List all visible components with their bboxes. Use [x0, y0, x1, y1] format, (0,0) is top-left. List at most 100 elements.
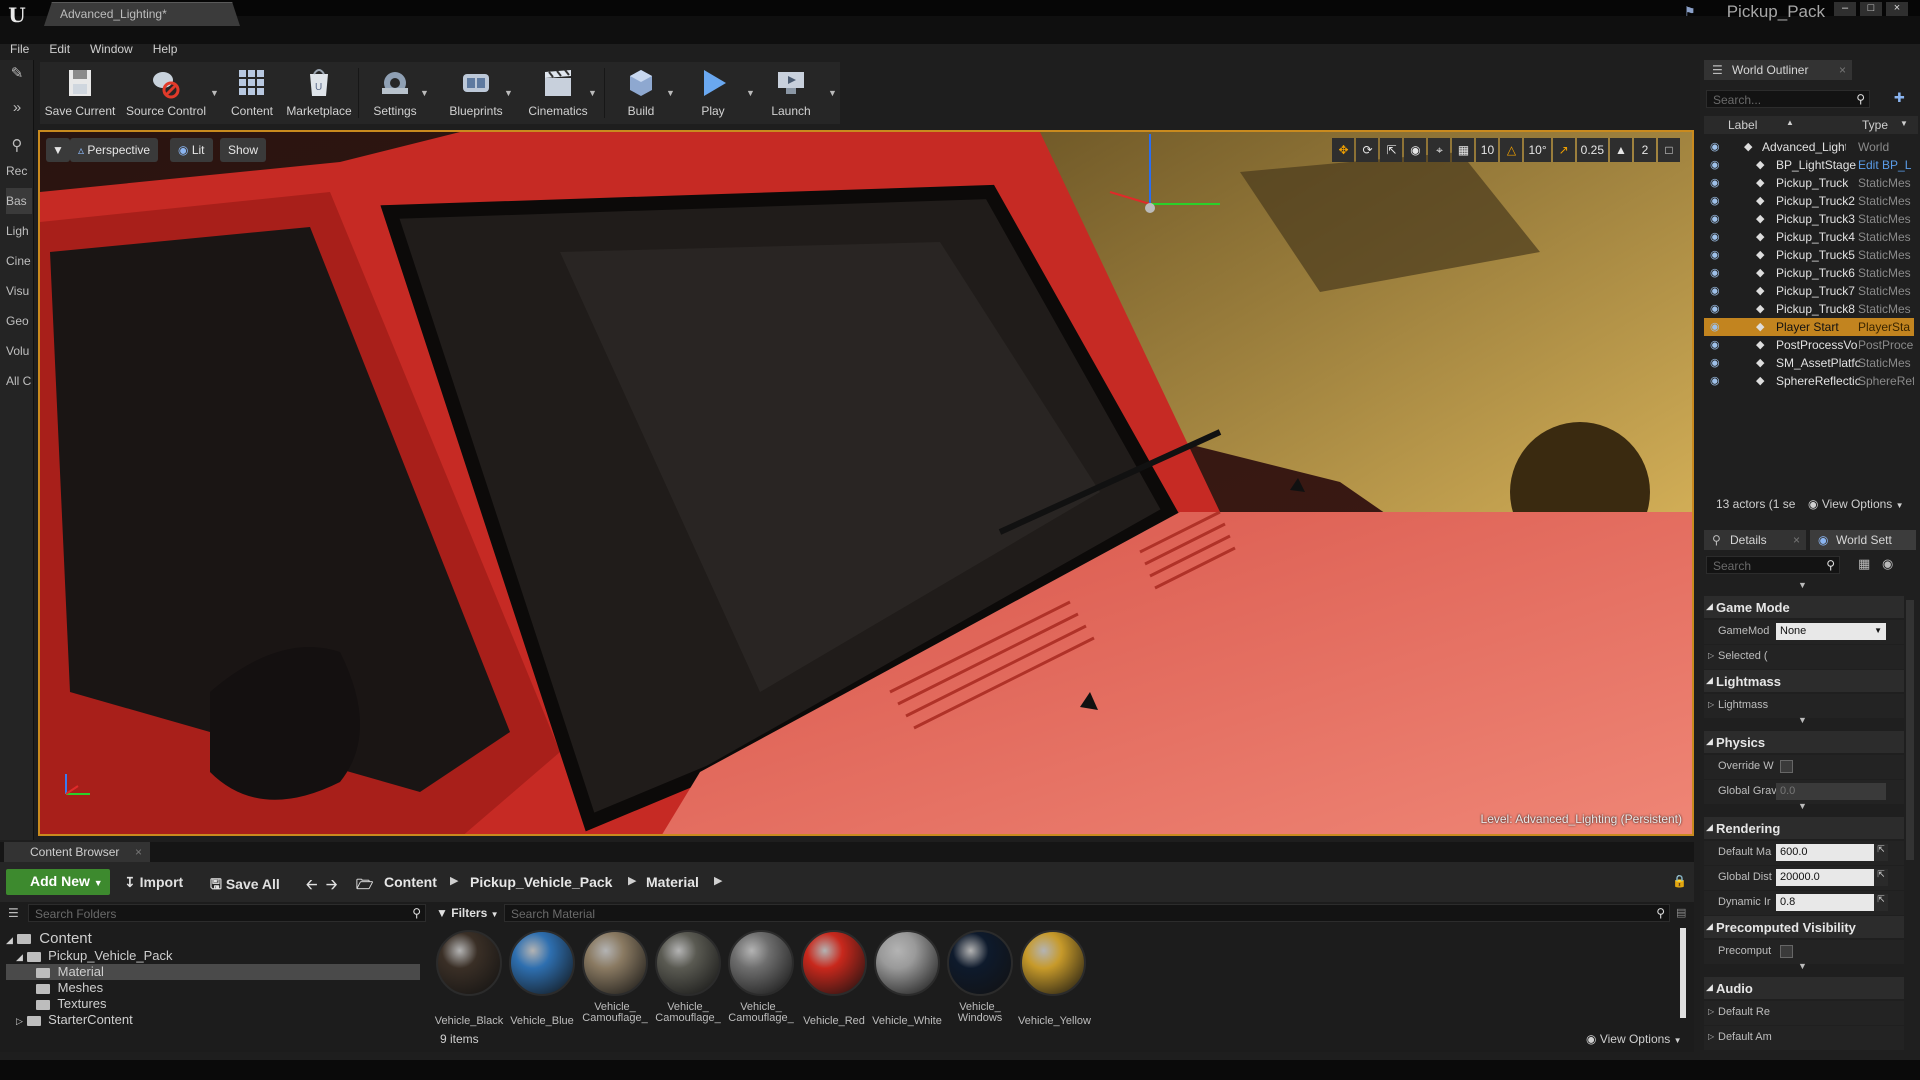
settings-dropdown-icon[interactable]: ▼ — [420, 88, 429, 98]
level-document-tab[interactable]: Advanced_Lighting* — [44, 2, 240, 26]
outliner-row[interactable]: ◉ ◆ Pickup_Truck5 StaticMes — [1704, 246, 1914, 264]
outliner-row[interactable]: ◉ ◆ Pickup_Truck3 StaticMes — [1704, 210, 1914, 228]
cinematics-button[interactable]: Cinematics — [518, 62, 598, 124]
breadcrumb-separator-icon[interactable]: ▶ — [450, 874, 458, 887]
property-dropdown[interactable]: None ▼ — [1776, 623, 1886, 640]
mode-tab-all-classes[interactable]: All C — [6, 368, 32, 394]
level-viewport[interactable]: ▼ ▵ Perspective ◉ Lit Show ✥ ⟳ ⇱ ◉ ⌖ ▦ 1… — [38, 130, 1694, 836]
expand-arrow-icon[interactable]: ▷ — [1708, 1032, 1714, 1041]
expand-arrow-icon[interactable]: ▷ — [16, 1016, 23, 1026]
mode-tab-lights[interactable]: Ligh — [6, 218, 32, 244]
build-dropdown-icon[interactable]: ▼ — [666, 88, 675, 98]
perspective-button[interactable]: ▵ Perspective — [70, 138, 159, 162]
chevron-down-icon[interactable]: ▼ — [1798, 801, 1807, 811]
maximize-viewport-icon[interactable]: □ — [1658, 138, 1680, 162]
chevron-down-icon[interactable]: ▼ — [1798, 961, 1807, 971]
breadcrumb-content[interactable]: Content — [384, 874, 437, 890]
mode-tab-geometry[interactable]: Geo — [6, 308, 32, 334]
asset-tile[interactable]: Vehicle_Blue — [507, 928, 577, 1028]
import-button[interactable]: ↧ Import — [124, 874, 183, 891]
outliner-row[interactable]: ◉ ◆ Pickup_Truck4 StaticMes — [1704, 228, 1914, 246]
label-column-header[interactable]: Label — [1728, 118, 1757, 132]
asset-search-input[interactable]: Search Material ⚲ — [504, 904, 1670, 922]
asset-tile[interactable]: Vehicle_ Windows — [945, 928, 1015, 1028]
details-category[interactable]: ◢ Audio — [1704, 977, 1904, 999]
asset-tile[interactable]: Vehicle_White — [872, 928, 942, 1028]
grid-snap-value[interactable]: 10 — [1476, 138, 1499, 162]
asset-tile[interactable]: Vehicle_Black — [434, 928, 504, 1028]
back-arrow-icon[interactable]: 🡠 — [306, 874, 317, 898]
menu-help[interactable]: Help — [143, 40, 188, 60]
scale-mode-icon[interactable]: ⇱ — [1380, 138, 1403, 162]
add-actor-icon[interactable]: ✚ — [1894, 90, 1905, 106]
details-category[interactable]: ◢ Precomputed Visibility — [1704, 916, 1904, 938]
property-matrix-icon[interactable]: ▦ — [1858, 556, 1870, 572]
visibility-eye-icon[interactable]: ◉ — [1710, 356, 1724, 369]
asset-tile[interactable]: Vehicle_ Camouflage_ — [653, 928, 723, 1028]
save-all-button[interactable]: 🖫 Save All — [210, 874, 280, 898]
expand-arrow-icon[interactable]: ▷ — [1708, 700, 1714, 709]
outliner-row[interactable]: ◉ ◆ Pickup_Truck8 StaticMes — [1704, 300, 1914, 318]
mode-tab-visual[interactable]: Visu — [6, 278, 32, 304]
type-column-header[interactable]: Type — [1862, 118, 1888, 132]
grid-snap-icon[interactable]: ▦ — [1452, 138, 1475, 162]
search-icon[interactable]: ⚲ — [4, 134, 30, 158]
outliner-row[interactable]: ◉ ◆ SphereReflectic SphereRef — [1704, 372, 1914, 390]
settings-button[interactable]: Settings — [362, 62, 428, 124]
content-browser-tab[interactable]: Content Browser × — [4, 842, 150, 862]
details-scrollbar[interactable] — [1906, 600, 1914, 860]
visibility-eye-icon[interactable]: ◉ — [1710, 248, 1724, 261]
visibility-eye-icon[interactable]: ◉ — [1710, 158, 1724, 171]
expand-arrow-icon[interactable]: ▷ — [1708, 651, 1714, 660]
view-mode-button[interactable]: ◉ Lit — [170, 138, 213, 162]
source-control-dropdown-icon[interactable]: ▼ — [210, 88, 219, 98]
outliner-row[interactable]: ◉ ◆ Pickup_Truck6 StaticMes — [1704, 264, 1914, 282]
camera-speed-icon[interactable]: ▲ — [1610, 138, 1632, 162]
surface-snap-icon[interactable]: ⌖ — [1428, 138, 1451, 162]
chevron-down-icon[interactable]: ▼ — [1798, 580, 1807, 590]
visibility-eye-icon[interactable]: ◉ — [1710, 284, 1724, 297]
property-number-field[interactable]: 600.0 ⇱ — [1776, 844, 1888, 861]
path-view-icon[interactable]: ▤ — [1676, 906, 1686, 919]
blueprints-dropdown-icon[interactable]: ▼ — [504, 88, 513, 98]
menu-edit[interactable]: Edit — [39, 40, 80, 60]
close-icon[interactable]: × — [1839, 63, 1846, 77]
tree-item-meshes[interactable]: Meshes — [36, 980, 103, 996]
visibility-eye-icon[interactable]: ◉ — [1710, 176, 1724, 189]
scale-snap-icon[interactable]: ↗ — [1552, 138, 1575, 162]
place-mode-icon[interactable]: ✎ — [4, 62, 30, 86]
asset-tile[interactable]: Vehicle_Red — [799, 928, 869, 1028]
translate-mode-icon[interactable]: ✥ — [1332, 138, 1355, 162]
world-coordinate-icon[interactable]: ◉ — [1404, 138, 1427, 162]
chevron-down-icon[interactable]: ▼ — [1798, 715, 1807, 725]
menu-file[interactable]: File — [0, 40, 39, 60]
close-icon[interactable]: × — [135, 845, 142, 859]
visibility-eye-icon[interactable]: ◉ — [1710, 230, 1724, 243]
details-category[interactable]: ◢ Game Mode — [1704, 596, 1904, 618]
mode-tab-basic[interactable]: Bas — [6, 188, 32, 214]
expand-arrow-icon[interactable]: ▷ — [1708, 1007, 1714, 1016]
build-button[interactable]: Build — [608, 62, 674, 124]
lock-icon[interactable]: 🔒 — [1672, 874, 1687, 888]
breadcrumb-separator-icon[interactable]: ▶ — [628, 874, 636, 887]
outliner-row[interactable]: ◉ ◆ Player Start PlayerSta — [1704, 318, 1914, 336]
tree-item-pickup-vehicle-pack[interactable]: ◢ Pickup_Vehicle_Pack — [16, 948, 172, 964]
visibility-eye-icon[interactable]: ◉ — [1710, 266, 1724, 279]
play-button[interactable]: Play — [680, 62, 746, 124]
asset-tile[interactable]: Vehicle_Yellow — [1018, 928, 1091, 1028]
details-category[interactable]: ◢ Physics — [1704, 731, 1904, 753]
sources-toggle-icon[interactable]: ☰ — [8, 906, 19, 920]
outliner-row[interactable]: ◉ ◆ SM_AssetPlatfc StaticMes — [1704, 354, 1914, 372]
maximize-icon[interactable]: □ — [1860, 2, 1882, 16]
asset-tile[interactable]: Vehicle_ Camouflage_ — [726, 928, 796, 1028]
outliner-search-input[interactable]: Search... ⚲ — [1706, 90, 1870, 108]
visibility-eye-icon[interactable]: ◉ — [1710, 194, 1724, 207]
eye-icon[interactable]: ◉ — [1882, 556, 1893, 572]
property-checkbox[interactable] — [1780, 760, 1793, 773]
visibility-eye-icon[interactable]: ◉ — [1710, 140, 1724, 153]
minimize-icon[interactable]: – — [1834, 2, 1856, 16]
reset-arrow-icon[interactable]: ⇱ — [1874, 869, 1888, 886]
mode-tab-cinematic[interactable]: Cine — [6, 248, 32, 274]
rotation-snap-icon[interactable]: △ — [1500, 138, 1523, 162]
play-dropdown-icon[interactable]: ▼ — [746, 88, 755, 98]
